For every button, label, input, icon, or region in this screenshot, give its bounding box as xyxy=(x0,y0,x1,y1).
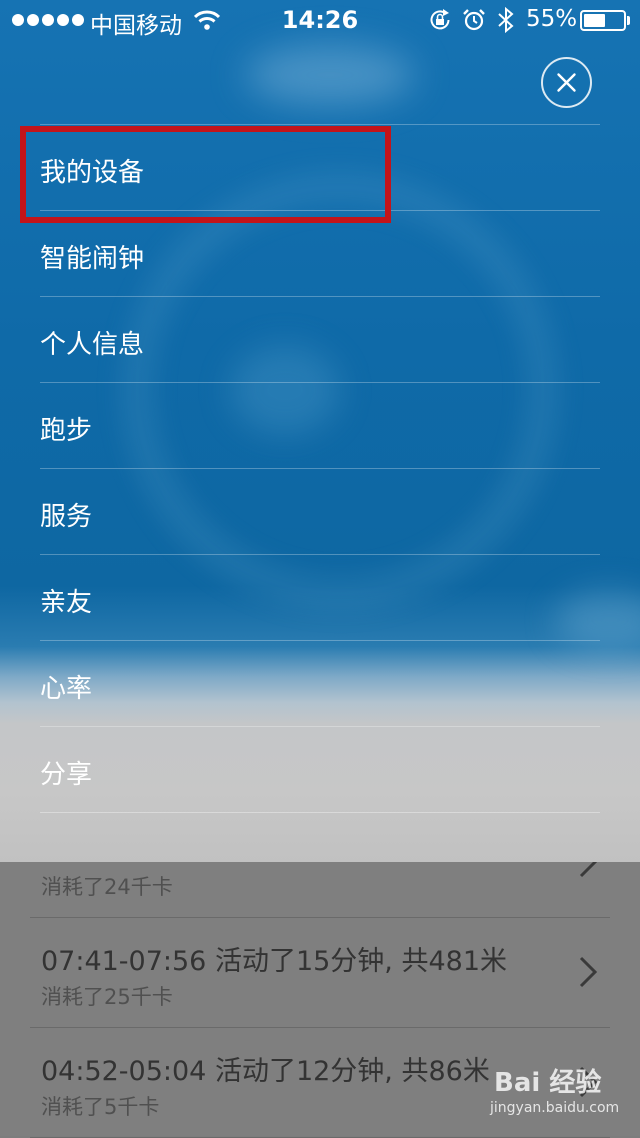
menu-item-label: 亲友 xyxy=(40,588,93,618)
chevron-right-icon xyxy=(579,956,598,988)
menu-divider xyxy=(40,812,600,813)
battery-icon xyxy=(580,10,626,31)
menu-item-label: 服务 xyxy=(40,502,93,532)
battery-percentage: 55% xyxy=(526,6,578,32)
activity-calories: 消耗了24千卡 xyxy=(41,875,173,899)
activity-summary: 04:52-05:04 活动了12分钟, 共86米 xyxy=(41,1056,490,1087)
menu-item-share[interactable]: 分享 xyxy=(40,726,600,812)
close-button[interactable] xyxy=(541,57,592,108)
side-menu: 我的设备 智能闹钟 个人信息 跑步 服务 亲友 心率 分享 xyxy=(40,124,600,812)
menu-item-label: 分享 xyxy=(40,760,93,790)
baidu-jingyan-watermark: Bai 经验 jingyan.baidu.com xyxy=(490,1062,630,1122)
battery-tip xyxy=(627,16,630,25)
status-bar: 中国移动 14:26 55% xyxy=(0,0,640,40)
watermark-url: jingyan.baidu.com xyxy=(490,1100,620,1116)
menu-item-friends[interactable]: 亲友 xyxy=(40,554,600,640)
menu-item-services[interactable]: 服务 xyxy=(40,468,600,554)
menu-item-personal-info[interactable]: 个人信息 xyxy=(40,296,600,382)
battery-level-fill xyxy=(584,14,605,27)
bluetooth-icon xyxy=(498,7,514,33)
menu-item-label: 个人信息 xyxy=(40,330,145,360)
rotation-lock-icon xyxy=(430,9,450,30)
menu-item-heart-rate[interactable]: 心率 xyxy=(40,640,600,726)
alarm-icon xyxy=(463,9,485,31)
close-icon xyxy=(557,73,576,92)
watermark-logo: Bai 经验 xyxy=(494,1068,602,1098)
menu-item-label: 智能闹钟 xyxy=(40,244,145,274)
menu-item-label: 心率 xyxy=(40,674,93,704)
background-blur-shape xyxy=(245,45,415,105)
activity-calories: 消耗了25千卡 xyxy=(41,985,173,1009)
activity-row[interactable]: 07:41-07:56 活动了15分钟, 共481米 消耗了25千卡 xyxy=(30,917,610,1028)
menu-item-running[interactable]: 跑步 xyxy=(40,382,600,468)
activity-summary: 07:41-07:56 活动了15分钟, 共481米 xyxy=(41,946,508,977)
activity-calories: 消耗了5千卡 xyxy=(41,1095,160,1119)
menu-item-label: 跑步 xyxy=(40,416,93,446)
highlight-annotation-box xyxy=(20,126,391,223)
